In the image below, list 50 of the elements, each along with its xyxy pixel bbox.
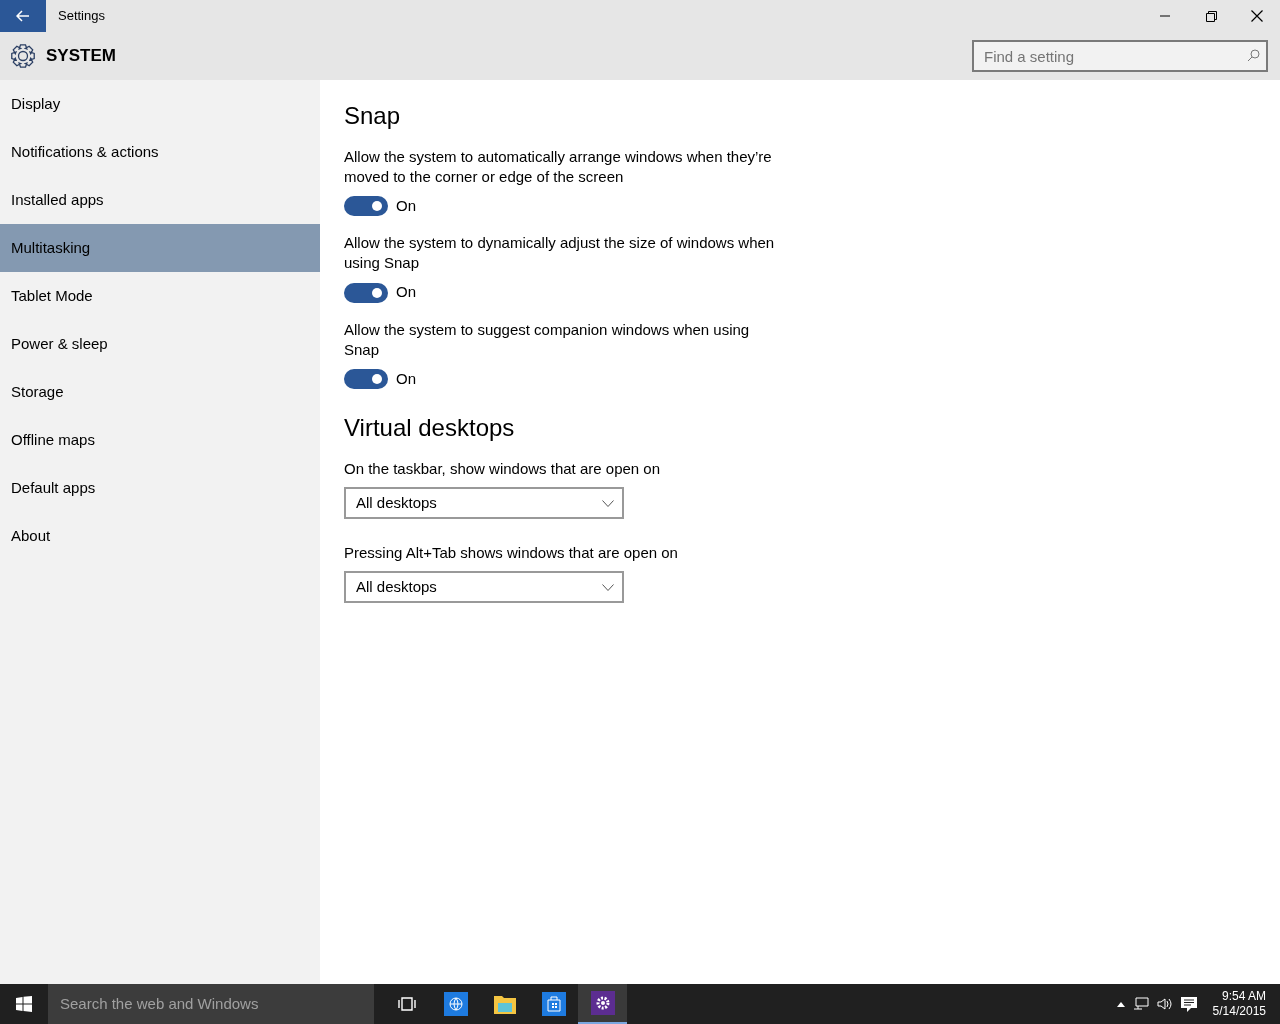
- search-icon: [1247, 49, 1260, 62]
- windows-logo-icon: [16, 996, 32, 1012]
- sidebar-item[interactable]: Installed apps: [0, 176, 320, 224]
- section-heading: Virtual desktops: [344, 414, 516, 444]
- gear-icon: [10, 43, 36, 69]
- sidebar-item[interactable]: Offline maps: [0, 416, 320, 464]
- sidebar-item[interactable]: Storage: [0, 368, 320, 416]
- sidebar-item[interactable]: Multitasking: [0, 224, 320, 272]
- speaker-icon: [1156, 997, 1173, 1011]
- toggle-state-label: On: [396, 368, 416, 389]
- sidebar-item[interactable]: Default apps: [0, 464, 320, 512]
- taskview-icon: [397, 996, 416, 1012]
- setting-label: Allow the system to automatically arrange windows when they’re moved to the corner or edge of the screen: [344, 146, 773, 187]
- setting-label: On the taskbar, show windows that are open on: [344, 459, 662, 480]
- close-icon: [1251, 10, 1263, 22]
- clock-date: 5/14/2015: [1212, 1004, 1266, 1019]
- toggle-state-label: On: [396, 282, 416, 303]
- message-icon: [1180, 996, 1197, 1012]
- clock-time: 9:54 AM: [1220, 989, 1266, 1004]
- taskbar-app-button[interactable]: [578, 984, 627, 1024]
- sidebar-item[interactable]: Notifications & actions: [0, 128, 320, 176]
- chevron-down-icon: [602, 583, 614, 591]
- sidebar-item[interactable]: Power & sleep: [0, 320, 320, 368]
- toggle-switch[interactable]: [344, 282, 388, 303]
- toggle-switch[interactable]: [344, 196, 388, 217]
- toggle-state-label: On: [396, 195, 416, 216]
- sidebar-item[interactable]: Tablet Mode: [0, 272, 320, 320]
- setting-label: Allow the system to dynamically adjust the size of windows when using Snap: [344, 233, 776, 274]
- setting-label: Pressing Alt+Tab shows windows that are open on: [344, 543, 679, 564]
- taskbar-search-field[interactable]: Search the web and Windows: [48, 984, 374, 1024]
- sidebar-item[interactable]: About: [0, 512, 320, 560]
- chevron-down-icon: [602, 499, 614, 507]
- minimize-icon: [1160, 15, 1170, 17]
- dropdown[interactable]: All desktops: [344, 487, 624, 520]
- network-icon: [1132, 997, 1149, 1011]
- restore-icon: [1205, 10, 1217, 22]
- gear-icon: [590, 991, 615, 1015]
- sidebar-item[interactable]: Display: [0, 80, 320, 128]
- dropdown[interactable]: All desktops: [344, 571, 624, 604]
- toggle-switch[interactable]: [344, 369, 388, 390]
- section-heading: Snap: [344, 102, 402, 131]
- globe-icon: [443, 992, 468, 1016]
- chevron-up-icon: [1116, 1001, 1125, 1007]
- section-title: SYSTEM: [46, 45, 116, 68]
- back-button[interactable]: [0, 0, 46, 32]
- setting-label: Allow the system to suggest companion windows when using Snap: [344, 319, 751, 360]
- search-field[interactable]: Find a setting: [972, 40, 1268, 72]
- window-title: Settings: [58, 7, 105, 26]
- back-arrow-icon: [16, 10, 30, 22]
- shopping-bag-icon: [541, 992, 566, 1016]
